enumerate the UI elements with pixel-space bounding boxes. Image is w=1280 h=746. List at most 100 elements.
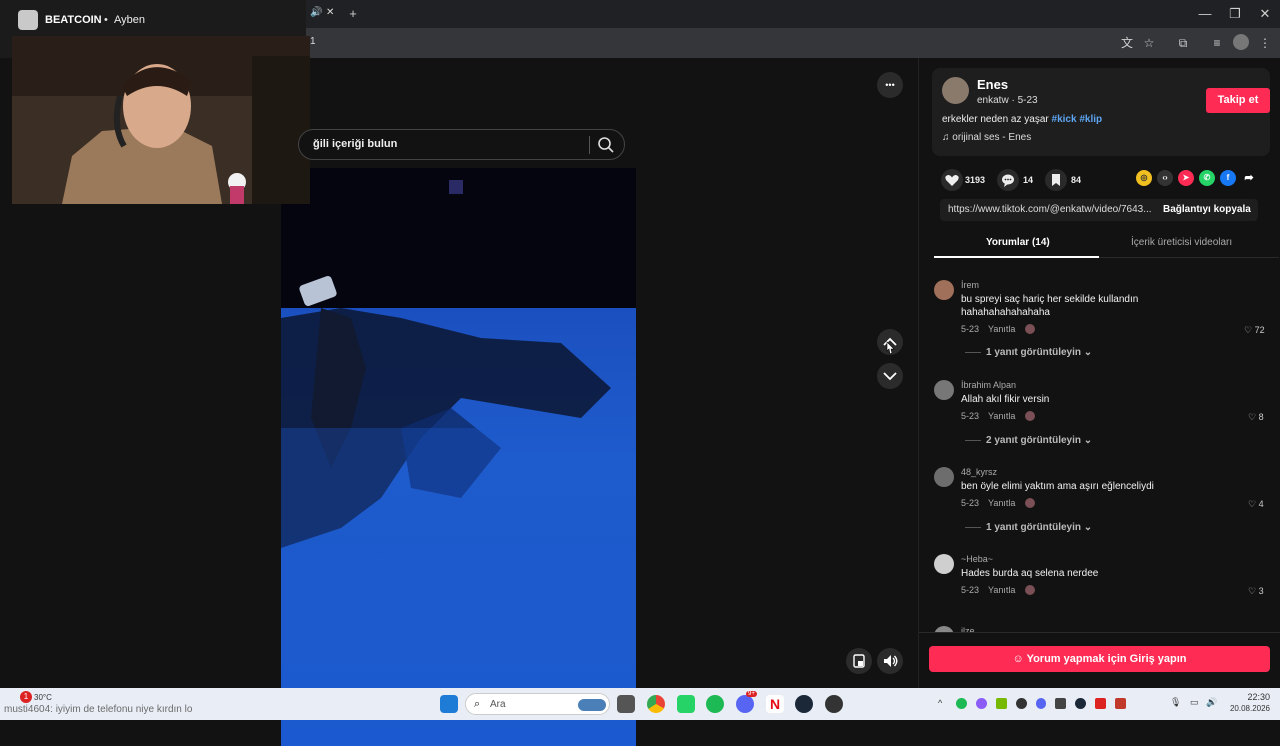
extensions-icon[interactable]: ⧉ (1172, 32, 1194, 54)
view-replies-button[interactable]: 2 yanıt görüntüleyin ⌄ (986, 435, 1092, 446)
tray-app-icon[interactable] (975, 698, 987, 709)
spotify-icon[interactable] (706, 695, 724, 713)
address-url[interactable]: 1 (310, 36, 316, 47)
tray-record-icon[interactable] (1095, 698, 1107, 709)
creator-liked-avatar (1025, 585, 1035, 595)
coin-icon[interactable]: ◎ (1136, 170, 1152, 186)
clock-date[interactable]: 20.08.2026 (1224, 704, 1270, 713)
sound-name[interactable]: orijinal ses - Enes (952, 132, 1031, 143)
search-bar[interactable]: ğili içeriği bulun (298, 129, 625, 160)
translate-icon[interactable]: 文 (1116, 32, 1138, 54)
author-avatar[interactable] (942, 77, 969, 104)
tray-discord-icon[interactable] (1035, 698, 1047, 709)
microphone-icon[interactable]: 🎙 (1170, 697, 1181, 708)
copy-link-button[interactable]: Bağlantıyı kopyala (1163, 204, 1251, 215)
obs-icon[interactable] (825, 695, 843, 713)
login-to-comment-button[interactable]: ☺ Yorum yapmak için Giriş yapın (929, 646, 1270, 672)
whatsapp-icon[interactable]: ✆ (1199, 170, 1215, 186)
author-handle-date[interactable]: enkatw · 5-23 (977, 95, 1038, 106)
share-url[interactable]: https://www.tiktok.com/@enkatw/video/764… (948, 204, 1152, 215)
caption-hashtags[interactable]: #kick #klip (1052, 114, 1103, 125)
chrome-icon[interactable] (647, 695, 665, 713)
commenter-avatar[interactable] (934, 554, 954, 574)
discord-icon[interactable] (736, 695, 754, 713)
search-input[interactable]: ğili içeriği bulun (313, 138, 397, 150)
video-player[interactable] (281, 168, 636, 746)
comment-like[interactable]: ♡ 4 (1248, 499, 1264, 510)
tray-spotify-icon[interactable] (956, 698, 967, 709)
share-options: ◎ ‹› ➤ ✆ f ➦ (1136, 170, 1266, 188)
comment-text: Hades burda aq selena nerdee (961, 568, 1099, 579)
share-link-box: https://www.tiktok.com/@enkatw/video/764… (940, 199, 1258, 221)
new-tab-button[interactable]: + (338, 0, 368, 28)
search-divider (589, 136, 590, 154)
search-icon[interactable] (596, 135, 616, 155)
reply-button[interactable]: Yanıtla (988, 411, 1015, 421)
steam-icon[interactable] (795, 695, 813, 713)
sound-row[interactable]: ♫ orijinal ses - Enes (942, 132, 1031, 143)
tab-audio-icon[interactable]: 🔊 (310, 7, 322, 18)
floating-player-button[interactable] (846, 648, 872, 674)
reply-button[interactable]: Yanıtla (988, 585, 1015, 595)
netflix-icon[interactable]: N (766, 695, 784, 713)
restore-button[interactable]: ❐ (1220, 0, 1250, 28)
embed-icon[interactable]: ‹› (1157, 170, 1173, 186)
window-close-button[interactable]: ✕ (1250, 0, 1280, 28)
next-video-button[interactable] (877, 363, 903, 389)
commenter-avatar[interactable] (934, 280, 954, 300)
tab-close-icon[interactable]: ✕ (326, 7, 334, 18)
follow-button[interactable]: Takip et (1206, 88, 1270, 113)
engagement-stats: 3193 14 84 (941, 169, 1082, 191)
comment-tabs: Yorumlar (14) İçerik üreticisi videoları (934, 230, 1279, 258)
share-arrow-icon[interactable]: ➦ (1241, 170, 1257, 186)
browser-menu-icon[interactable]: ⋮ (1254, 32, 1276, 54)
bookmark-star-icon[interactable]: ☆ (1138, 32, 1160, 54)
tray-monitor-icon[interactable] (1055, 698, 1067, 709)
comment-like[interactable]: ♡ 72 (1244, 325, 1265, 336)
commenter-name[interactable]: 48_kyrsz (961, 467, 997, 477)
creator-liked-avatar (1025, 498, 1035, 508)
overlay-separator: • (104, 14, 108, 26)
commenter-avatar[interactable] (934, 380, 954, 400)
tray-steam-icon[interactable] (1075, 698, 1087, 709)
whatsapp-app-icon[interactable] (677, 695, 695, 713)
tray-nvidia-icon[interactable] (995, 698, 1007, 709)
tab-comments[interactable]: Yorumlar (14) (986, 237, 1050, 248)
clock-time[interactable]: 22:30 (1230, 692, 1270, 702)
save-count: 84 (1071, 175, 1082, 185)
start-button[interactable] (440, 695, 458, 713)
like-button[interactable] (941, 169, 963, 191)
volume-button[interactable] (877, 648, 903, 674)
tray-overflow-icon[interactable]: ^ (938, 698, 942, 708)
speaker-icon[interactable]: 🔊 (1206, 697, 1217, 708)
commenter-name[interactable]: İbrahim Alpan (961, 380, 1016, 390)
weather-temp[interactable]: 30°C (34, 693, 52, 702)
heart-outline-icon: ♡ (1248, 586, 1257, 596)
view-replies-button[interactable]: 1 yanıt görüntüleyin ⌄ (986, 347, 1092, 358)
author-name[interactable]: Enes (977, 77, 1008, 92)
commenter-name[interactable]: İrem (961, 280, 979, 290)
commenter-avatar[interactable] (934, 467, 954, 487)
save-button[interactable] (1045, 169, 1067, 191)
reply-button[interactable]: Yanıtla (988, 324, 1015, 334)
comment-button[interactable] (997, 169, 1019, 191)
more-options-button[interactable]: ••• (877, 72, 903, 98)
tab-creator-videos[interactable]: İçerik üreticisi videoları (1131, 237, 1232, 248)
tray-antivirus-icon[interactable] (1115, 698, 1127, 709)
minimize-button[interactable]: — (1190, 0, 1220, 28)
tray-obs-icon[interactable] (1015, 698, 1027, 709)
reply-button[interactable]: Yanıtla (988, 498, 1015, 508)
send-icon[interactable]: ➤ (1178, 170, 1194, 186)
commenter-name[interactable]: ~Heba~ (961, 554, 993, 564)
taskbar-search[interactable]: ⌕ Ara (465, 693, 610, 715)
comment-like[interactable]: ♡ 3 (1248, 586, 1264, 597)
chevron-down-icon (883, 372, 897, 381)
view-replies-button[interactable]: 1 yanıt görüntüleyin ⌄ (986, 522, 1092, 533)
task-view-icon[interactable] (617, 695, 635, 713)
media-control-icon[interactable]: ≡ (1206, 32, 1228, 54)
profile-avatar[interactable] (1233, 34, 1249, 50)
facebook-icon[interactable]: f (1220, 170, 1236, 186)
comment-item: İrem bu spreyi saç hariç her sekilde kul… (934, 276, 1269, 364)
network-icon[interactable]: ▭ (1190, 697, 1199, 708)
comment-like[interactable]: ♡ 8 (1248, 412, 1264, 423)
